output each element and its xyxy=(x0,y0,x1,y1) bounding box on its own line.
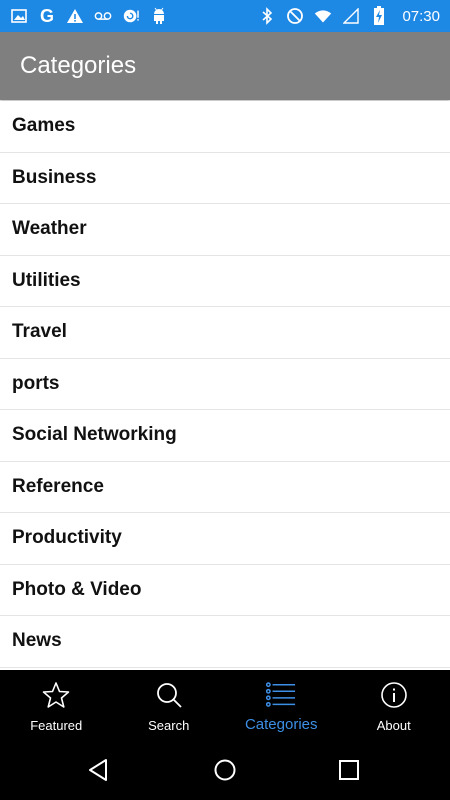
info-icon xyxy=(379,680,409,710)
list-item[interactable]: Business xyxy=(0,153,450,204)
list-item[interactable]: News xyxy=(0,616,450,668)
list-item[interactable]: Games xyxy=(0,101,450,153)
list-icon xyxy=(266,680,296,710)
list-item[interactable]: ports xyxy=(0,359,450,410)
clock: 07:30 xyxy=(402,7,440,25)
bottom-tab-bar: Featured Search Categories About xyxy=(0,670,450,740)
wifi-icon xyxy=(314,7,332,25)
list-item[interactable]: Utilities xyxy=(0,256,450,307)
bluetooth-icon xyxy=(258,7,276,25)
list-item[interactable]: Reference xyxy=(0,462,450,513)
status-bar: G 07:30 xyxy=(0,0,450,32)
list-item[interactable]: Weather xyxy=(0,204,450,256)
image-icon xyxy=(10,7,28,25)
tab-featured[interactable]: Featured xyxy=(0,670,113,740)
back-triangle-icon xyxy=(89,759,107,781)
tab-featured-label: Featured xyxy=(30,718,83,733)
page-title: Categories xyxy=(20,52,137,79)
app-bar: Categories xyxy=(0,32,450,100)
signal-icon xyxy=(342,7,360,25)
list-item[interactable]: Social Networking xyxy=(0,410,450,462)
tab-about-label: About xyxy=(376,718,411,733)
tab-search-label: Search xyxy=(148,718,190,733)
status-bar-system: 07:30 xyxy=(258,0,440,32)
cloud-refresh-icon xyxy=(122,7,140,25)
home-button[interactable] xyxy=(210,755,240,785)
navigation-bar xyxy=(0,740,450,800)
category-list[interactable]: Games Business Weather Utilities Travel … xyxy=(0,101,450,670)
android-icon xyxy=(150,7,168,25)
tab-categories[interactable]: Categories xyxy=(225,670,338,740)
list-item[interactable]: Photo & Video xyxy=(0,565,450,616)
list-item[interactable]: Productivity xyxy=(0,513,450,565)
recents-button[interactable] xyxy=(334,755,364,785)
warning-icon xyxy=(66,7,84,25)
status-bar-notifications: G xyxy=(10,0,168,32)
tab-about[interactable]: About xyxy=(338,670,450,740)
do-not-disturb-icon xyxy=(286,7,304,25)
list-item[interactable]: Travel xyxy=(0,307,450,359)
voicemail-icon xyxy=(94,7,112,25)
tab-search[interactable]: Search xyxy=(113,670,226,740)
home-circle-icon xyxy=(214,759,236,781)
tab-categories-label: Categories xyxy=(244,716,318,733)
star-icon xyxy=(41,680,71,710)
battery-charging-icon xyxy=(370,6,388,25)
recents-square-icon xyxy=(339,760,359,780)
search-icon xyxy=(154,680,184,710)
back-button[interactable] xyxy=(84,755,114,785)
google-g-icon: G xyxy=(39,6,54,26)
